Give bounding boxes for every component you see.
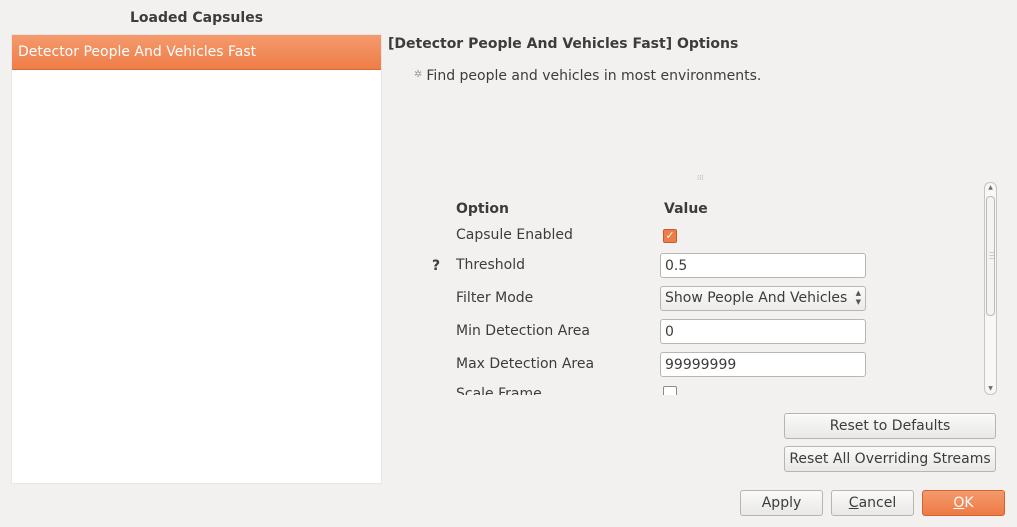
capsule-list[interactable]: Detector People And Vehicles Fast <box>11 34 382 484</box>
option-label-min-detection-area: Min Detection Area <box>456 323 590 339</box>
column-header-option: Option <box>456 201 509 217</box>
option-label-threshold: Threshold <box>456 257 525 273</box>
threshold-input[interactable] <box>660 253 866 278</box>
scroll-up-arrow-icon[interactable]: ▲ <box>985 183 996 193</box>
reset-all-overriding-streams-button[interactable]: Reset All Overriding Streams <box>784 446 996 472</box>
apply-button[interactable]: Apply <box>740 490 823 516</box>
splitter-handle[interactable]: ⁞⁞⁞ <box>697 175 707 182</box>
capsule-item-detector-people-vehicles-fast[interactable]: Detector People And Vehicles Fast <box>12 35 381 70</box>
filter-mode-select[interactable]: Show People And Vehicles ▲ ▼ <box>660 286 866 311</box>
min-detection-area-input[interactable] <box>660 319 866 344</box>
scroll-down-arrow-icon[interactable]: ▼ <box>985 384 996 394</box>
scrollbar-thumb[interactable]: — — — <box>986 196 995 316</box>
options-table: Option Value Capsule Enabled ✓ ? Thresho… <box>420 195 980 395</box>
cancel-label-rest: ancel <box>858 495 897 511</box>
option-label-max-detection-area: Max Detection Area <box>456 356 595 372</box>
ok-label-rest: K <box>964 495 974 511</box>
ok-button[interactable]: OK <box>922 490 1005 516</box>
scale-frame-checkbox[interactable] <box>663 386 677 395</box>
cancel-button[interactable]: Cancel <box>831 490 914 516</box>
capsule-enabled-checkbox[interactable]: ✓ <box>663 229 677 243</box>
ok-mnemonic: O <box>953 495 965 511</box>
options-scrollbar[interactable]: ▲ — — — ▼ <box>984 182 997 395</box>
filter-mode-value: Show People And Vehicles <box>665 290 848 306</box>
select-arrows-icon: ▲ ▼ <box>855 289 861 306</box>
grip-icon: — — — <box>989 249 995 262</box>
option-label-scale-frame: Scale Frame <box>456 386 542 395</box>
cancel-mnemonic: C <box>848 495 859 511</box>
column-header-value: Value <box>664 201 708 217</box>
help-icon[interactable]: ? <box>432 258 440 274</box>
options-title: [Detector People And Vehicles Fast] Opti… <box>388 36 739 52</box>
reset-to-defaults-button[interactable]: Reset to Defaults <box>784 413 996 439</box>
sparkle-icon: ✲ <box>414 69 423 80</box>
option-label-capsule-enabled: Capsule Enabled <box>456 227 573 243</box>
option-label-filter-mode: Filter Mode <box>456 290 534 306</box>
loaded-capsules-title: Loaded Capsules <box>129 10 264 26</box>
capsule-description: ✲ Find people and vehicles in most envir… <box>414 68 761 84</box>
max-detection-area-input[interactable] <box>660 352 866 377</box>
description-text: Find people and vehicles in most environ… <box>426 68 762 84</box>
